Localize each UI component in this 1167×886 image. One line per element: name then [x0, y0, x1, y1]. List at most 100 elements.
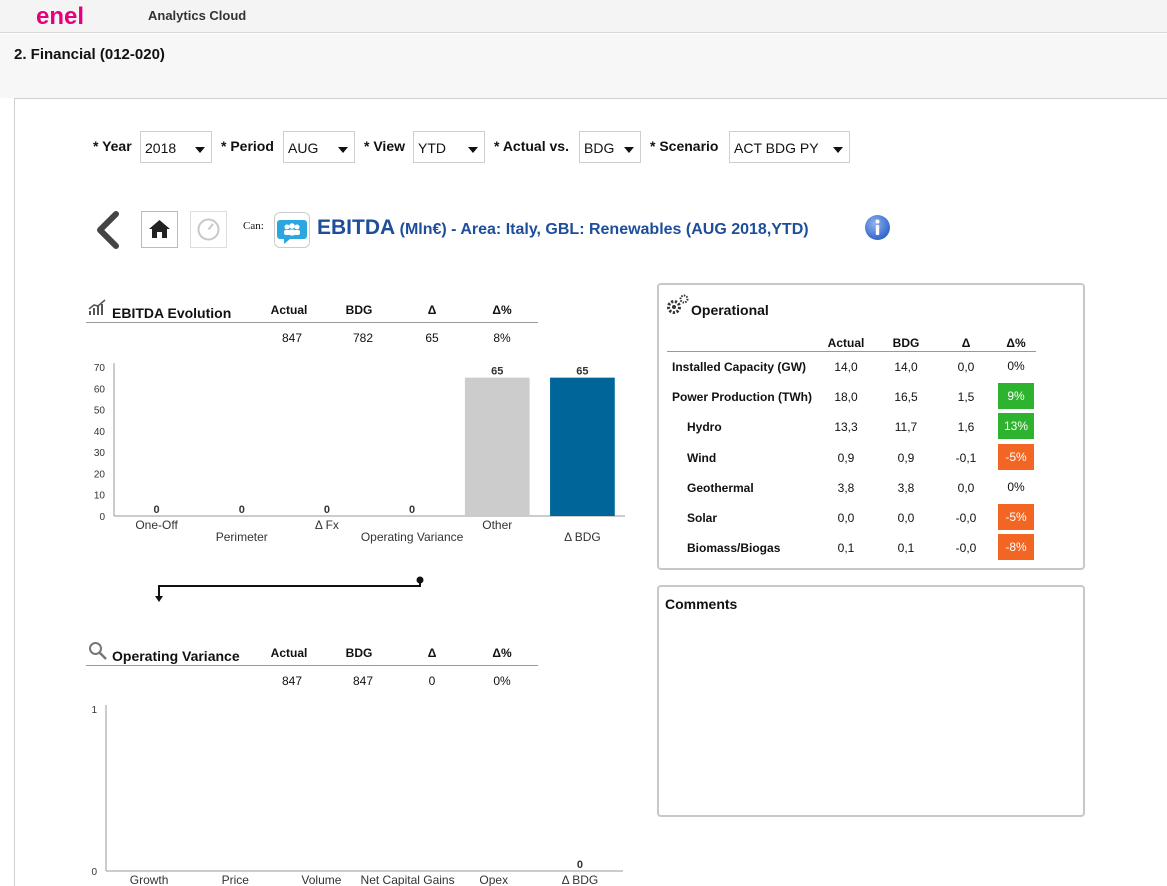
top-bar: enel Analytics Cloud: [0, 0, 1167, 33]
op-cell-delta: 1,5: [957, 390, 975, 405]
status-badge: 9%: [998, 383, 1034, 410]
status-badge: -8%: [998, 534, 1034, 561]
kpi-icon-button[interactable]: [274, 212, 310, 248]
op-cell-bdg: 16,5: [894, 390, 918, 405]
op-cell-actual: 13,3: [834, 420, 858, 435]
comments-panel: [657, 585, 1085, 817]
op-cell-delta: -0,0: [955, 541, 977, 556]
scenario-label: * Scenario: [650, 138, 719, 154]
op-row-label: Installed Capacity (GW): [672, 360, 807, 374]
bar-value-label: 65: [491, 366, 503, 378]
dashboard-button[interactable]: [190, 211, 227, 248]
bar-value-label: 0: [324, 504, 330, 516]
period-select[interactable]: AUG: [283, 131, 355, 163]
kpi-title-main: EBITDA: [317, 216, 396, 239]
op-cell-delta: 0,0: [957, 360, 975, 374]
opvar-delta-pct-value: 0%: [493, 674, 511, 688]
y-tick-label: 10: [94, 491, 106, 502]
year-value: 2018: [145, 140, 177, 156]
op-cell-bdg: 0,1: [897, 541, 915, 556]
trend-chart-icon: [88, 299, 106, 315]
op-cell-actual: 0,1: [837, 541, 855, 556]
page-header: 2. Financial (012-020): [0, 34, 1167, 98]
chevron-down-icon: [468, 147, 478, 153]
period-label: * Period: [221, 138, 274, 154]
bar-value-label: 65: [576, 366, 588, 378]
home-icon: [149, 220, 170, 238]
ebitda-bdg-value: 782: [352, 331, 374, 345]
x-tick-label: One-Off: [135, 518, 178, 532]
ebitda-evolution-title: EBITDA Evolution: [112, 305, 232, 321]
ebitda-delta-pct-value: 8%: [493, 331, 511, 345]
gauge-icon: [197, 218, 220, 241]
ebitda-delta-value: 65: [425, 331, 439, 345]
x-tick-label: Price: [222, 873, 250, 886]
op-col-delta-pct: Δ%: [1006, 336, 1026, 350]
divider: [667, 351, 1036, 352]
scenario-select[interactable]: ACT BDG PY: [729, 131, 850, 163]
drilldown-connector: [155, 576, 424, 602]
year-label: * Year: [93, 138, 132, 154]
col-delta: Δ: [427, 303, 437, 317]
scenario-value: ACT BDG PY: [734, 140, 819, 156]
actual-vs-label: * Actual vs.: [494, 138, 569, 154]
op-cell-bdg: 0,9: [897, 450, 915, 465]
magnifier-icon: [89, 642, 107, 660]
op-row-label: Biomass/Biogas: [687, 541, 781, 556]
op-cell-bdg: 3,8: [897, 480, 915, 495]
op-row-label: Wind: [687, 450, 717, 465]
op-cell-bdg: 0,0: [897, 511, 915, 525]
status-badge: 13%: [998, 413, 1034, 440]
opvar-delta-value: 0: [428, 674, 436, 688]
y-tick-label: 20: [94, 469, 106, 480]
kpi-title: EBITDA (Mln€) - Area: Italy, GBL: Renewa…: [317, 216, 809, 240]
opvar-actual-value: 847: [281, 674, 303, 688]
x-tick-label: Growth: [130, 873, 169, 886]
col-delta-pct: Δ%: [492, 303, 512, 317]
chevron-down-icon: [338, 147, 348, 153]
ebitda-evolution-chart: 0 10 20 30 40 50 60 70 0 One-Off 0 Perimeter 0 Δ Fx 0 O…: [94, 363, 625, 544]
bar-value-label: 0: [409, 504, 415, 516]
y-tick-label: 0: [99, 512, 105, 523]
op-row-label: Hydro: [687, 420, 722, 435]
op-cell-delta: 1,6: [957, 420, 975, 435]
kpi-title-detail: (Mln€) - Area: Italy, GBL: Renewables (A…: [395, 221, 809, 238]
op-row-label: Geothermal: [687, 480, 754, 495]
logo-text: enel: [36, 3, 84, 29]
operational-title: Operational: [691, 302, 769, 318]
comments-title: Comments: [665, 596, 738, 612]
col-actual: Actual: [270, 646, 308, 660]
col-delta-pct: Δ%: [492, 646, 512, 660]
op-cell-actual: 3,8: [837, 480, 855, 495]
operating-variance-title: Operating Variance: [112, 648, 240, 664]
bar-value-label: 0: [154, 504, 160, 516]
op-cell-delta: -0,0: [955, 511, 977, 525]
op-cell-actual: 0,0: [837, 511, 855, 525]
view-label: * View: [364, 138, 405, 154]
opvar-bdg-value: 847: [352, 674, 374, 688]
period-value: AUG: [288, 140, 319, 156]
can-label: Can:: [243, 220, 264, 232]
op-cell-actual: 14,0: [834, 360, 858, 374]
year-select[interactable]: 2018: [140, 131, 212, 163]
op-cell-bdg: 11,7: [894, 420, 918, 435]
actual-vs-select[interactable]: BDG: [579, 131, 641, 163]
op-cell-actual: 0,9: [837, 450, 855, 465]
view-value: YTD: [418, 140, 446, 156]
bar: [464, 377, 530, 516]
back-arrow-icon[interactable]: [92, 210, 122, 250]
x-tick-label: Δ BDG: [562, 873, 599, 886]
gears-icon: [667, 294, 689, 314]
y-tick-label: 0: [91, 867, 97, 878]
view-select[interactable]: YTD: [413, 131, 485, 163]
op-col-delta: Δ: [961, 336, 971, 350]
y-tick-label: 50: [94, 406, 106, 417]
status-badge: 0%: [1007, 479, 1025, 494]
x-tick-label: Other: [482, 518, 512, 532]
status-badge: 0%: [1007, 359, 1025, 373]
x-tick-label: Operating Variance: [361, 530, 464, 544]
home-button[interactable]: [141, 211, 178, 248]
info-icon[interactable]: [864, 214, 891, 241]
x-tick-label: Net Capital Gains: [361, 873, 455, 886]
y-tick-label: 30: [94, 448, 106, 459]
